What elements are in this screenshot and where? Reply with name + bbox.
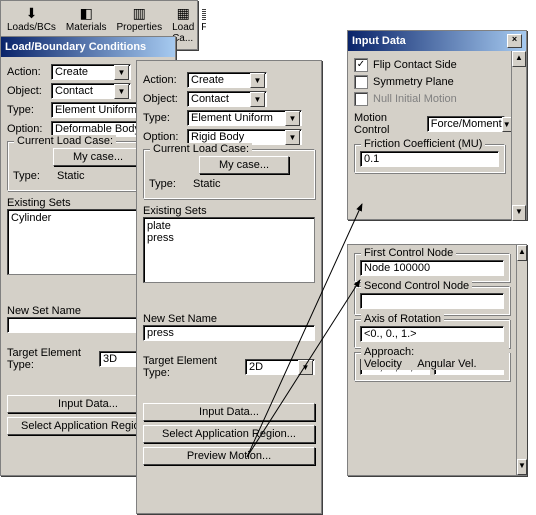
current-load-case-group-2: Current Load Case: My case... Type:Stati… bbox=[143, 149, 315, 199]
action-combo-2[interactable]: Create▼ bbox=[187, 72, 267, 88]
scrollbar[interactable]: ▲ ▼ bbox=[511, 51, 526, 221]
materials-icon: ◧ bbox=[76, 4, 96, 22]
loadcase-button[interactable]: My case... bbox=[53, 148, 143, 166]
chevron-down-icon: ▼ bbox=[285, 130, 300, 145]
object-label: Object: bbox=[7, 85, 51, 97]
chevron-down-icon: ▼ bbox=[285, 111, 300, 126]
null-motion-checkbox[interactable] bbox=[354, 92, 368, 106]
select-region-button-2[interactable]: Select Application Region... bbox=[143, 425, 315, 443]
inputdata-titlebar: Input Data × bbox=[348, 31, 526, 51]
list-item[interactable]: press bbox=[147, 232, 311, 244]
close-icon[interactable]: × bbox=[507, 34, 522, 48]
chevron-down-icon: ▼ bbox=[250, 92, 265, 107]
chevron-down-icon: ▼ bbox=[114, 84, 129, 99]
chevron-down-icon: ▼ bbox=[114, 65, 129, 80]
first-control-node-input[interactable]: Node 100000 bbox=[360, 260, 504, 276]
input-data-button-2[interactable]: Input Data... bbox=[143, 403, 315, 421]
action-label: Action: bbox=[7, 66, 51, 78]
scroll-up-icon[interactable]: ▲ bbox=[517, 245, 527, 261]
loadcases-icon: ▦ bbox=[173, 4, 193, 22]
panel1-titlebar: Load/Boundary Conditions bbox=[1, 37, 175, 57]
list-item[interactable]: plate bbox=[147, 220, 311, 232]
properties-icon: ▥ bbox=[129, 4, 149, 22]
loads-icon: ⬇ bbox=[21, 4, 41, 22]
option-label: Option: bbox=[7, 123, 51, 135]
panel1-title: Load/Boundary Conditions bbox=[5, 41, 146, 53]
scroll-down-icon[interactable]: ▼ bbox=[512, 205, 526, 221]
new-set-input-2[interactable]: press bbox=[143, 325, 315, 341]
loadcase-button-2[interactable]: My case... bbox=[199, 156, 289, 174]
motion-control-combo[interactable]: Force/Moment▼ bbox=[427, 116, 505, 132]
flip-checkbox[interactable]: ✓ bbox=[354, 58, 368, 72]
object-combo-2[interactable]: Contact▼ bbox=[187, 91, 267, 107]
axis-input[interactable]: <0., 0., 1.> bbox=[360, 326, 504, 342]
chevron-down-icon: ▼ bbox=[250, 73, 265, 88]
scrollbar-2[interactable]: ▲ ▼ bbox=[516, 245, 527, 475]
action-combo[interactable]: Create▼ bbox=[51, 64, 131, 80]
chevron-down-icon: ▼ bbox=[298, 360, 313, 375]
scroll-up-icon[interactable]: ▲ bbox=[512, 51, 526, 67]
object-combo[interactable]: Contact▼ bbox=[51, 83, 131, 99]
friction-input[interactable]: 0.1 bbox=[360, 151, 499, 167]
fields-icon: ▤ bbox=[202, 4, 206, 22]
target-elem-combo-2[interactable]: 2D▼ bbox=[245, 359, 315, 375]
type-label: Type: bbox=[7, 104, 51, 116]
symmetry-checkbox[interactable] bbox=[354, 75, 368, 89]
scroll-down-icon[interactable]: ▼ bbox=[517, 459, 527, 475]
target-elem-label: Target Element Type: bbox=[7, 347, 93, 371]
inputdata-title: Input Data bbox=[352, 35, 406, 47]
toolbar-more[interactable]: ▤F bbox=[202, 3, 206, 45]
type-combo-2[interactable]: Element Uniform▼ bbox=[187, 110, 302, 126]
existing-sets-list-2[interactable]: plate press bbox=[143, 217, 315, 283]
preview-motion-button[interactable]: Preview Motion... bbox=[143, 447, 315, 465]
second-control-node-input[interactable] bbox=[360, 293, 504, 309]
